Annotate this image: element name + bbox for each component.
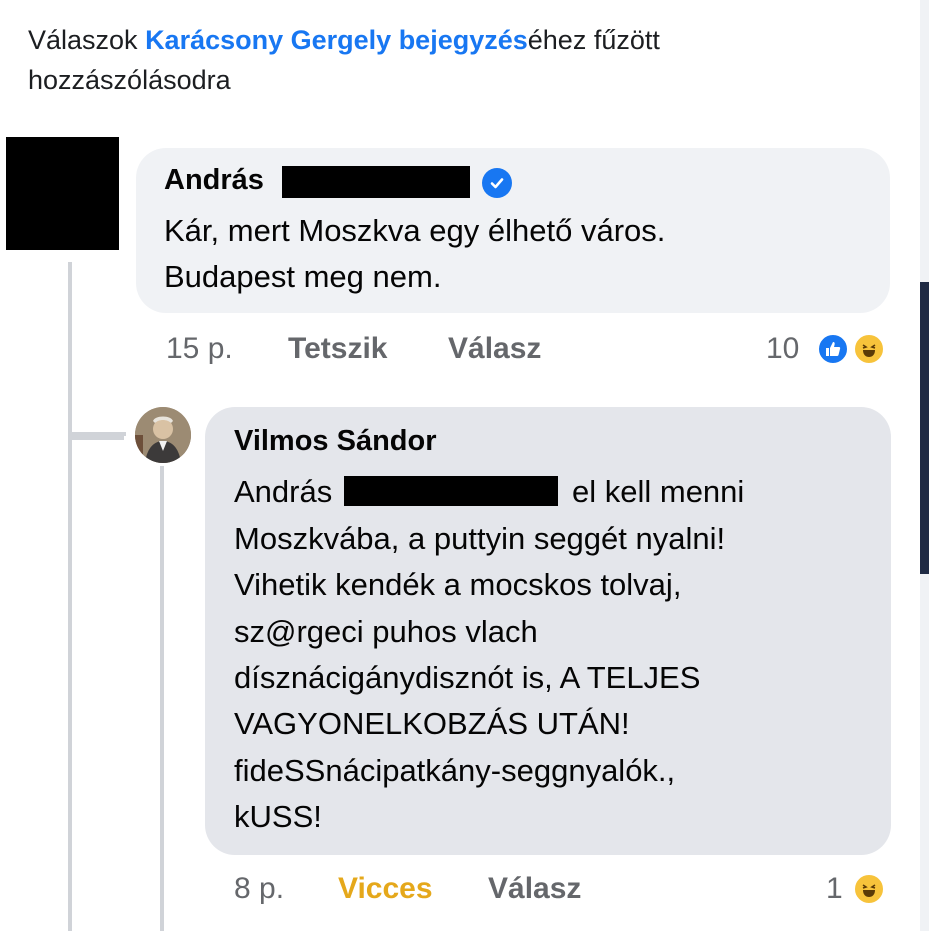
reply-reaction-count[interactable]: 1	[826, 872, 843, 906]
reaction-count[interactable]: 10	[766, 332, 799, 366]
adjacent-image-edge	[920, 282, 929, 574]
avatar[interactable]	[135, 407, 191, 463]
notification-header: Válaszok Karácsony Gergely bejegyzéséhez…	[28, 20, 888, 100]
mention-redaction	[344, 476, 558, 506]
reply-author[interactable]: Vilmos Sándor	[234, 425, 437, 458]
reply-button[interactable]: Válasz	[448, 332, 541, 366]
header-prefix: Válaszok	[28, 25, 146, 55]
haha-icon[interactable]	[852, 332, 886, 366]
author-name-redaction	[282, 166, 470, 198]
reply-text-line3: Vihetik kendék a mocskos tolvaj,	[234, 567, 682, 602]
avatar-redacted[interactable]	[6, 137, 119, 250]
verified-badge-icon	[482, 168, 512, 198]
reply-text-line2: Moszkvába, a puttyin seggét nyalni!	[234, 521, 726, 556]
header-line2: hozzászólásodra	[28, 65, 231, 95]
reply-text-line5: dísznácigánydisznót is, A TELJES	[234, 660, 701, 695]
comment-text-line1: Kár, mert Moszkva egy élhető város.	[164, 213, 666, 248]
like-button[interactable]: Tetszik	[288, 332, 387, 366]
reply-text-line6: VAGYONELKOBZÁS UTÁN!	[234, 706, 630, 741]
post-link[interactable]: Karácsony Gergely bejegyzés	[145, 25, 528, 55]
comment-author[interactable]: András	[164, 164, 264, 197]
like-icon[interactable]	[816, 332, 850, 366]
reply-thread-line	[160, 466, 164, 931]
comment-text-line2: Budapest meg nem.	[164, 259, 442, 294]
thread-line	[68, 262, 72, 931]
haha-icon[interactable]	[852, 872, 886, 906]
vicces-reaction-button[interactable]: Vicces	[338, 872, 433, 906]
reply-text-line1-start: András	[234, 474, 333, 509]
reply-text-line4: sz@rgeci puhos vlach	[234, 614, 538, 649]
reply-text-line8: kUSS!	[234, 799, 322, 834]
reply-reply-button[interactable]: Válasz	[488, 872, 581, 906]
comment-timestamp[interactable]: 15 p.	[166, 332, 233, 366]
reply-timestamp[interactable]: 8 p.	[234, 872, 284, 906]
header-suffix: éhez fűzött	[527, 25, 660, 55]
thread-connector-branch	[72, 432, 126, 436]
reply-text-line1-end: el kell menni	[572, 474, 745, 509]
reply-text-line7: fideSSnácipatkány-seggnyalók.,	[234, 753, 676, 788]
